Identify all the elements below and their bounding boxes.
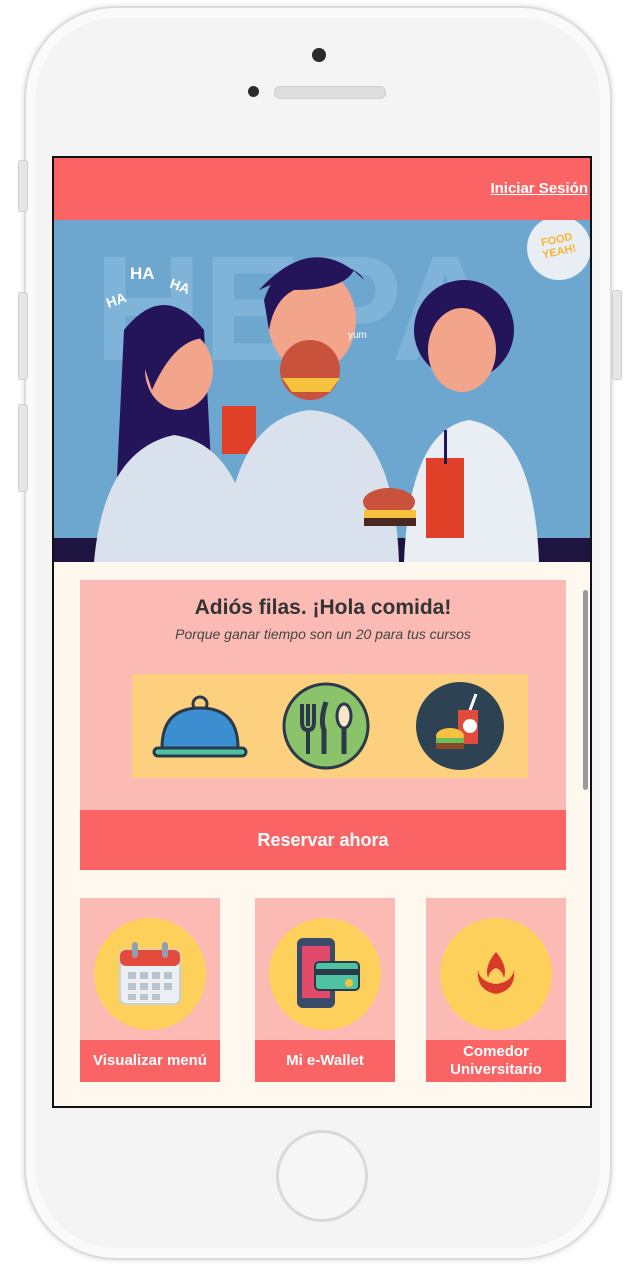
card-wallet-label: Mi e-Wallet [255,1040,395,1082]
hero-yum: yum [348,330,367,341]
phone-volume-down [18,404,28,492]
top-bar: Iniciar Sesión [54,158,590,220]
card-comedor[interactable]: Comedor Universitario [426,898,566,1082]
phone-power-button [612,290,622,380]
card-comedor-label: Comedor Universitario [426,1040,566,1082]
home-button[interactable] [276,1130,368,1222]
phone-wallet-icon [297,938,360,1008]
phone-mute-switch [18,160,28,212]
promo-icon-strip [132,674,528,778]
card-comedor-circle [440,918,552,1030]
front-camera [312,48,326,62]
calendar-icon [119,942,181,1005]
card-menu[interactable]: Visualizar menú [80,898,220,1082]
reserve-button[interactable]: Reservar ahora [80,810,566,870]
card-wallet[interactable]: Mi e-Wallet [255,898,395,1082]
proximity-sensor [248,86,259,97]
phone-volume-up [18,292,28,380]
promo-subtitle: Porque ganar tiempo son un 20 para tus c… [175,626,471,642]
upc-logo-icon [477,952,515,994]
card-menu-label: Visualizar menú [80,1040,220,1082]
promo-title: Adiós filas. ¡Hola comida! [194,596,452,619]
login-link[interactable]: Iniciar Sesión [490,180,588,197]
card-menu-circle [94,918,206,1030]
card-wallet-circle [269,918,381,1030]
earpiece-speaker [274,86,386,99]
hero-laugh-2: HA [130,264,155,283]
app-screen: Iniciar Sesión HEPA [52,156,592,1108]
scrollbar[interactable] [583,590,588,790]
promo-section: Adiós filas. ¡Hola comida! Porque ganar … [80,580,566,810]
cutlery-icon [282,682,370,770]
cloche-icon [152,695,248,758]
burger-soda-icon [416,682,504,770]
hero-illustration: HEPA [54,220,590,562]
